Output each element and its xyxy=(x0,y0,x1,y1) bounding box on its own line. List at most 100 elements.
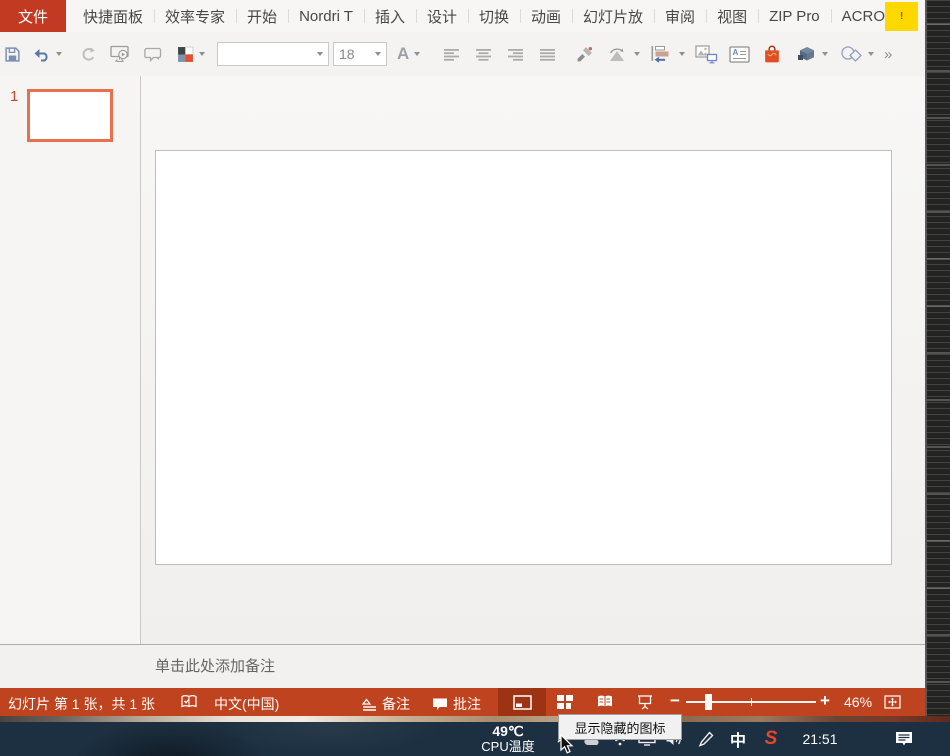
plugin-badge-icon: ! xyxy=(900,11,903,22)
zoom-in-button[interactable]: + xyxy=(820,691,830,711)
chevron-down-icon xyxy=(56,52,62,56)
chevron-down-icon xyxy=(634,52,640,56)
reading-view-icon xyxy=(596,694,614,709)
action-center-button[interactable] xyxy=(890,722,918,756)
background-window-edge xyxy=(925,0,950,716)
zoom-slider-center-tick xyxy=(751,698,752,706)
normal-view-icon xyxy=(513,695,532,710)
shapes-icon xyxy=(840,46,863,62)
more-commands-button[interactable]: » xyxy=(884,32,890,76)
tab-slideshow[interactable]: 幻灯片放 xyxy=(572,0,654,32)
slide-sorter-icon xyxy=(557,695,573,709)
paragraph-layout-button[interactable] xyxy=(651,32,685,76)
justify-button[interactable] xyxy=(540,32,555,76)
chevron-down-icon xyxy=(868,52,874,56)
align-center-icon xyxy=(476,48,491,61)
tab-efficiency-expert[interactable]: 效率专家 xyxy=(154,0,236,32)
notes-placeholder: 单击此处添加备注 xyxy=(155,655,275,676)
font-styling-button[interactable]: A xyxy=(397,32,420,76)
normal-view-button[interactable] xyxy=(498,688,546,716)
slide-editing-area xyxy=(141,76,925,644)
slide-thumbnail[interactable] xyxy=(27,89,113,142)
justify-icon xyxy=(540,48,555,61)
ime-language-button[interactable]: 中 xyxy=(726,722,750,756)
fit-to-window-icon xyxy=(884,695,901,709)
align-left-icon xyxy=(444,48,459,61)
slide-canvas[interactable] xyxy=(155,150,892,565)
comment-icon xyxy=(144,46,163,63)
svg-text:A: A xyxy=(733,48,739,57)
notes-toggle[interactable]: 备注 xyxy=(362,694,410,714)
save-icon xyxy=(4,46,21,63)
cpu-temp-value: 49℃ xyxy=(466,724,550,740)
chevron-down-icon xyxy=(414,52,420,56)
send-to-screen-button[interactable] xyxy=(695,32,718,76)
cpu-temp-label: CPU温度 xyxy=(466,740,550,755)
language-indicator[interactable]: 中文(中国) xyxy=(214,694,279,714)
tab-transitions[interactable]: 切换 xyxy=(468,0,520,32)
redo-icon xyxy=(80,46,97,63)
app-store-button[interactable] xyxy=(762,32,782,76)
text-box-icon: A xyxy=(729,46,750,63)
slide-show-button[interactable] xyxy=(637,694,653,710)
tab-nordri-tools[interactable]: Nordri T xyxy=(288,0,364,32)
new-comment-button[interactable] xyxy=(144,32,163,76)
autofit-shape-button[interactable] xyxy=(606,32,640,76)
tab-insert[interactable]: 插入 xyxy=(364,0,416,32)
store-bag-icon xyxy=(762,44,782,64)
tab-animations[interactable]: 动画 xyxy=(520,0,572,32)
taskbar-clock[interactable]: 21:51 xyxy=(798,722,842,756)
notes-pane[interactable]: 单击此处添加备注 xyxy=(0,644,925,688)
zoom-percent[interactable]: 46% xyxy=(844,694,872,710)
redo-button[interactable] xyxy=(80,32,97,76)
tray-pen-button[interactable] xyxy=(694,722,718,756)
zoom-slider-thumb[interactable] xyxy=(705,694,712,710)
undo-button[interactable] xyxy=(32,32,62,76)
align-right-button[interactable] xyxy=(508,32,523,76)
zoom-out-button[interactable]: − xyxy=(670,691,680,711)
theme-colors-button[interactable] xyxy=(177,32,205,76)
align-left-button[interactable] xyxy=(444,32,459,76)
chevron-down-icon xyxy=(679,52,685,56)
slide-show-icon xyxy=(637,694,653,710)
slide-counter[interactable]: 幻灯片 第 1 张，共 1 张 xyxy=(8,694,155,714)
slideshow-from-beginning-button[interactable] xyxy=(110,32,131,76)
tab-view[interactable]: 视图 xyxy=(706,0,758,32)
tab-quick-panel[interactable]: 快捷面板 xyxy=(72,0,154,32)
tray-tooltip: 显示隐藏的图标 xyxy=(558,714,682,740)
spell-check-button[interactable] xyxy=(180,694,198,709)
shapes-button[interactable] xyxy=(840,32,874,76)
tab-home[interactable]: 开始 xyxy=(236,0,288,32)
pen-icon xyxy=(698,731,714,747)
font-size-combobox[interactable]: 18 xyxy=(333,32,387,76)
cpu-temp-widget: 49℃ CPU温度 xyxy=(466,724,550,754)
plugin-badge[interactable]: ! xyxy=(885,2,918,31)
chevron-down-icon xyxy=(822,52,828,56)
more-commands-icon: » xyxy=(884,46,890,63)
paragraph-layout-icon xyxy=(651,45,674,63)
picture-to-screen-icon xyxy=(695,45,718,64)
tab-file-label: 文件 xyxy=(18,6,48,27)
chevron-down-icon xyxy=(317,52,323,56)
tab-review[interactable]: 审阅 xyxy=(654,0,706,32)
font-name-combobox[interactable] xyxy=(217,32,329,76)
autofit-shape-icon xyxy=(606,46,629,63)
tab-file[interactable]: 文件 xyxy=(0,0,66,32)
tab-design[interactable]: 设计 xyxy=(416,0,468,32)
slide-sorter-button[interactable] xyxy=(557,695,573,709)
quick-access-toolbar: 18 A xyxy=(0,32,925,76)
tab-zip-pro[interactable]: ZIP Pro xyxy=(758,0,831,32)
align-center-button[interactable] xyxy=(476,32,491,76)
fit-to-window-button[interactable] xyxy=(884,695,901,709)
save-button[interactable] xyxy=(4,32,21,76)
reading-view-button[interactable] xyxy=(596,694,614,709)
mouse-cursor xyxy=(560,734,575,756)
text-box-button[interactable]: A xyxy=(729,32,750,76)
font-styling-icon: A xyxy=(397,44,409,64)
status-bar: 幻灯片 第 1 张，共 1 张 中文(中国) 备注 批注 xyxy=(0,688,925,716)
sogou-tray-button[interactable]: S xyxy=(758,722,784,756)
comment-bubble-icon xyxy=(432,697,448,712)
comments-toggle[interactable]: 批注 xyxy=(432,694,481,714)
3d-model-button[interactable] xyxy=(796,32,828,76)
format-painter-button[interactable] xyxy=(576,32,593,76)
